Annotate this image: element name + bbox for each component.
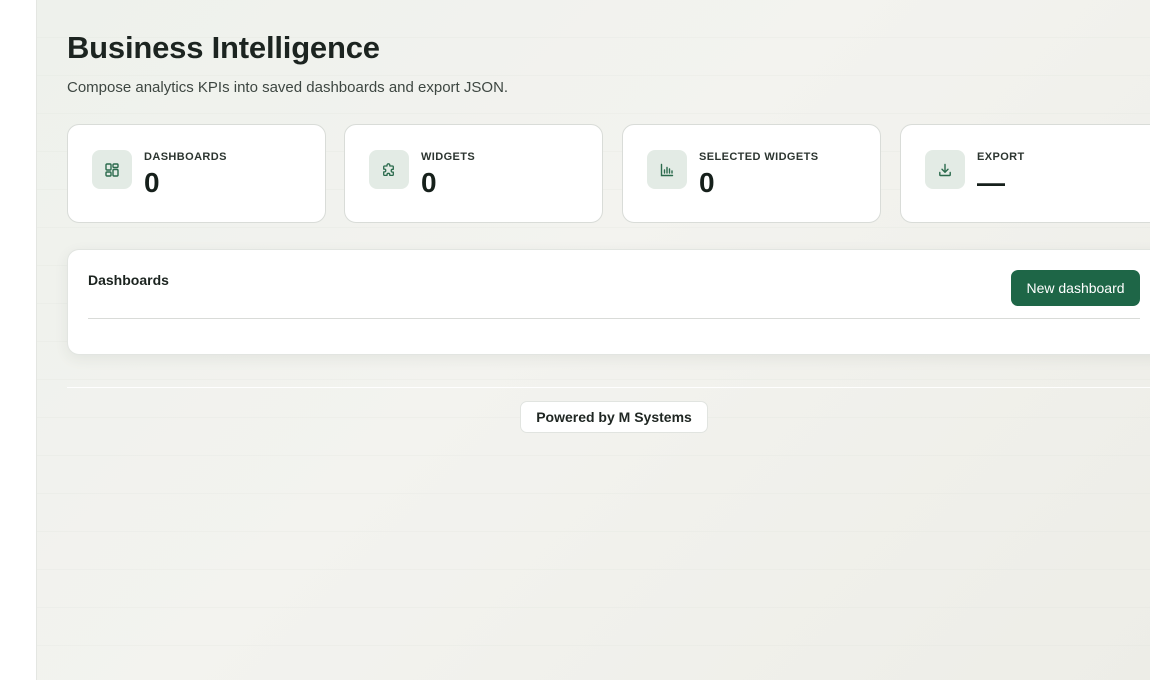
puzzle-icon [369,150,409,189]
left-sidebar-rail [0,0,37,680]
stat-card-widgets: WIDGETS 0 [344,124,603,223]
stat-value-selected-widgets: 0 [699,167,715,198]
stat-label-widgets: WIDGETS [421,151,476,163]
main-content: Business Intelligence Compose analytics … [37,0,1150,680]
page-title: Business Intelligence [67,30,380,65]
stat-card-selected-widgets: SELECTED WIDGETS 0 [622,124,881,223]
bar-chart-icon [647,150,687,189]
stat-value-widgets: 0 [421,167,437,198]
stat-label-dashboards: DASHBOARDS [144,151,227,163]
footer-divider [67,387,1150,388]
stat-card-export: EXPORT — [900,124,1150,223]
panel-divider [88,318,1140,319]
dashboard-grid-icon [92,150,132,189]
dashboards-panel-title: Dashboards [88,272,169,288]
stat-label-selected-widgets: SELECTED WIDGETS [699,151,819,163]
page-subtitle: Compose analytics KPIs into saved dashbo… [67,79,509,96]
stat-value-export: — [977,167,1005,198]
new-dashboard-button[interactable]: New dashboard [1011,270,1140,306]
stat-card-dashboards: DASHBOARDS 0 [67,124,326,223]
stats-row: DASHBOARDS 0 WIDGETS 0 SELECTED WIDGETS … [67,124,1150,225]
download-icon [925,150,965,189]
app-page: Business Intelligence Compose analytics … [0,0,1150,680]
powered-by-badge: Powered by M Systems [520,401,708,433]
stat-value-dashboards: 0 [144,167,160,198]
dashboards-panel: Dashboards New dashboard [67,249,1150,355]
stat-label-export: EXPORT [977,151,1025,163]
